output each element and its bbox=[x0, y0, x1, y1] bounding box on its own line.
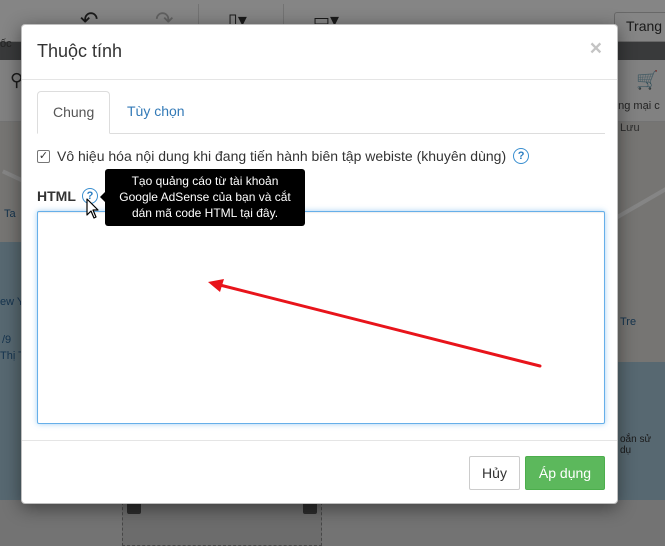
annotation-arrow bbox=[208, 279, 542, 368]
tab-options[interactable]: Tùy chọn bbox=[112, 91, 200, 134]
disable-content-option: ✓ Vô hiệu hóa nội dung khi đang tiến hàn… bbox=[37, 148, 530, 164]
properties-dialog: Thuộc tính × Chung Tùy chọn ✓ Vô hiệu hó… bbox=[21, 24, 618, 504]
dialog-title: Thuộc tính bbox=[37, 41, 123, 61]
html-field-label: HTML bbox=[37, 188, 76, 204]
cursor-icon bbox=[86, 198, 99, 219]
help-icon[interactable]: ? bbox=[513, 148, 530, 164]
apply-button[interactable]: Áp dụng bbox=[525, 456, 605, 490]
close-icon[interactable]: × bbox=[590, 38, 602, 59]
disable-content-label: Vô hiệu hóa nội dung khi đang tiến hành … bbox=[57, 148, 507, 164]
dialog-footer: Hủy Áp dụng bbox=[22, 440, 617, 505]
dialog-header: Thuộc tính × bbox=[22, 25, 617, 80]
html-help-tooltip: Tạo quảng cáo từ tài khoản Google AdSens… bbox=[105, 169, 305, 226]
dialog-tabs: Chung Tùy chọn bbox=[37, 91, 605, 134]
tab-general[interactable]: Chung bbox=[37, 91, 110, 134]
disable-content-checkbox[interactable]: ✓ bbox=[37, 149, 50, 163]
check-icon: ✓ bbox=[38, 149, 49, 162]
cancel-button[interactable]: Hủy bbox=[469, 456, 520, 490]
